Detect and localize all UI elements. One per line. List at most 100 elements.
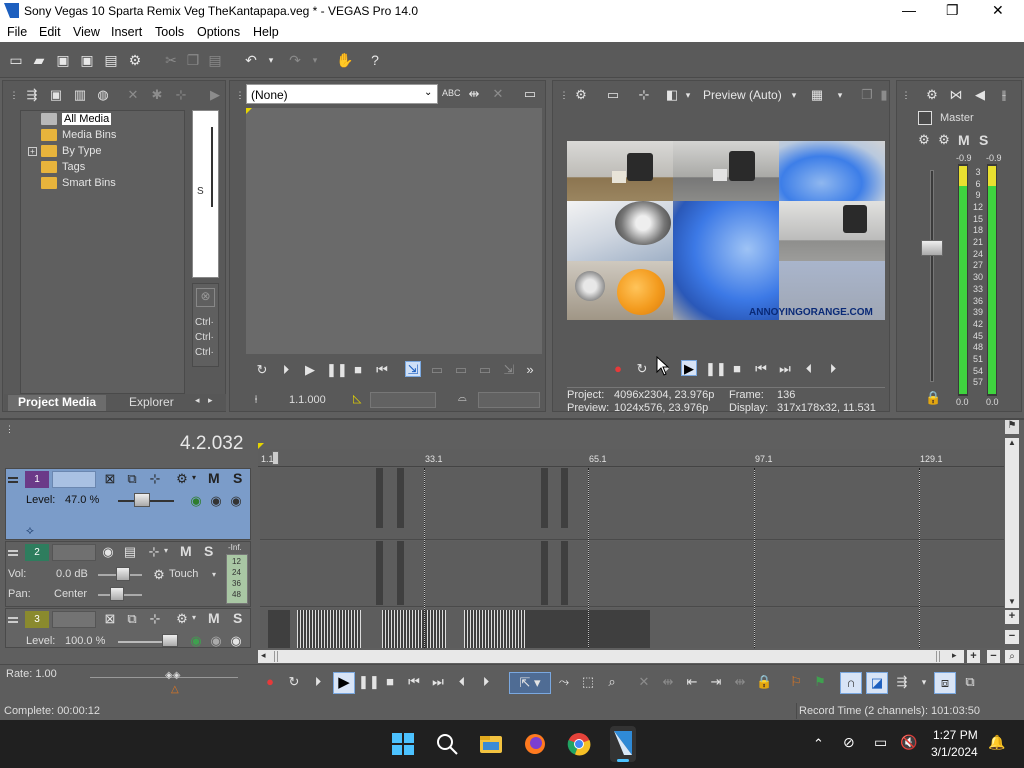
minimize-button[interactable]: — xyxy=(902,2,916,18)
auto-crossfade-icon[interactable]: ◪ xyxy=(866,672,888,694)
pause-icon[interactable]: ❚❚ xyxy=(326,362,348,378)
clip[interactable] xyxy=(376,541,383,605)
trimmer-insert-icon[interactable]: ▭ xyxy=(429,362,445,378)
track-header-2[interactable]: 2 ◉ ▤ ⊹ ▾ M S -Inf. 12 24 36 48 Vol: 0.0… xyxy=(5,541,251,607)
track3-fx-extra-icon[interactable]: ◉ xyxy=(228,633,244,649)
clip[interactable] xyxy=(561,541,568,605)
track-solo-button-2[interactable]: S xyxy=(204,543,213,559)
marker-icon[interactable]: ⚐ xyxy=(788,674,804,690)
trimmer-clear-icon[interactable]: ✕ xyxy=(490,86,506,102)
clip[interactable] xyxy=(382,610,446,648)
preview-play-icon[interactable]: ▶ xyxy=(681,360,697,376)
help-what-is-icon[interactable]: ? xyxy=(367,52,383,68)
loop-icon[interactable]: ↻ xyxy=(254,362,270,378)
automation-dropdown-icon[interactable]: ▾ xyxy=(212,570,216,579)
lock-envelopes-icon[interactable]: ⧈ xyxy=(934,672,956,694)
preview-loop-icon[interactable]: ↻ xyxy=(634,361,650,377)
master-mute-fx-icon[interactable]: ◀ xyxy=(972,87,988,103)
video-fx-icon[interactable]: ◧ xyxy=(664,87,680,103)
splitter[interactable] xyxy=(0,418,1024,420)
trimmer-split-icon[interactable]: ⇹ xyxy=(466,86,482,102)
track-lane-2[interactable] xyxy=(260,541,1004,607)
overlays-grid-icon[interactable]: ▦ xyxy=(809,87,825,103)
render-icon[interactable]: ▤ xyxy=(103,52,119,68)
preview-settings-gear-icon[interactable]: ⚙ xyxy=(573,87,589,103)
zoom-tool-icon[interactable]: ⌕ xyxy=(1005,650,1019,663)
main-next-frame-icon[interactable]: ⏵ xyxy=(478,674,494,690)
pan-slider-handle[interactable] xyxy=(110,587,124,601)
tray-volume-muted-icon[interactable]: 🔇 xyxy=(900,734,917,751)
trimmer-viewer[interactable] xyxy=(246,108,542,354)
clip[interactable] xyxy=(297,610,361,648)
fx-dropdown-icon[interactable]: ▾ xyxy=(680,87,696,103)
preview-prev-frame-icon[interactable]: ⏮ xyxy=(753,361,769,377)
preview-device-icon[interactable]: ▭ xyxy=(605,87,621,103)
trimmer-in-field[interactable] xyxy=(370,392,436,408)
trimmer-overwrite-icon[interactable]: ▭ xyxy=(453,362,469,378)
save-as-icon[interactable]: ▣ xyxy=(79,52,95,68)
master-grip-icon[interactable]: ⋮ xyxy=(898,87,914,103)
ripple-edit-icon[interactable]: ⇶ xyxy=(894,674,910,690)
play-from-start-icon[interactable]: ⏵ xyxy=(278,362,294,378)
master-fx2-icon[interactable]: ⚙ xyxy=(936,132,952,148)
split-icon[interactable]: ⇹ xyxy=(732,674,748,690)
quality-chevron-icon[interactable]: ▾ xyxy=(786,87,802,103)
track-fx-extra-icon[interactable]: ◉ xyxy=(228,493,244,509)
track-lane-1[interactable] xyxy=(260,468,1004,540)
track-motion-icon[interactable]: ⊠ xyxy=(102,471,118,487)
cut-icon[interactable]: ✂ xyxy=(163,52,179,68)
menu-edit[interactable]: Edit xyxy=(39,25,61,39)
track-audio-parent-icon[interactable]: ⊹ xyxy=(146,544,162,560)
save-snapshot-icon[interactable]: ▮ xyxy=(876,87,892,103)
preview-next-frame-icon[interactable]: ⏭ xyxy=(777,361,793,377)
copy-snapshot-icon[interactable]: ❐ xyxy=(859,87,875,103)
ripple-dropdown-icon[interactable]: ▾ xyxy=(916,674,932,690)
save-icon[interactable]: ▣ xyxy=(55,52,71,68)
play-icon[interactable]: ▶ xyxy=(302,362,318,378)
track-grip-icon[interactable] xyxy=(8,550,18,552)
track-grip-icon[interactable] xyxy=(8,477,18,479)
track3-fx-gear-icon[interactable]: ⚙ xyxy=(174,611,190,627)
master-solo-button[interactable]: S xyxy=(979,132,988,148)
master-fx-icon[interactable]: ⚙ xyxy=(916,132,932,148)
redo-icon[interactable]: ↷ xyxy=(287,52,303,68)
master-settings-gear-icon[interactable]: ⚙ xyxy=(924,87,940,103)
trim-icon[interactable]: ⇹ xyxy=(660,674,676,690)
trimmer-replace-icon[interactable]: ⇲ xyxy=(501,362,517,378)
main-loop-icon[interactable]: ↻ xyxy=(286,674,302,690)
tab-explorer[interactable]: Explorer xyxy=(129,395,174,409)
timeline-hscroll[interactable]: ◂ ▸ xyxy=(258,650,964,663)
lock-icon[interactable]: 🔒 xyxy=(756,674,772,690)
envelope-tool-icon[interactable]: ⤳ xyxy=(556,674,572,690)
timeline-ruler[interactable] xyxy=(258,443,1004,467)
panel-more-icon[interactable]: ▶ xyxy=(207,87,223,103)
main-play-from-start-icon[interactable]: ⏵ xyxy=(310,674,326,690)
track-lane-3[interactable] xyxy=(260,608,1004,648)
track-fx-bypass-icon[interactable]: ◉ xyxy=(208,493,224,509)
trimmer-out-field[interactable] xyxy=(478,392,540,408)
main-pause-icon[interactable]: ❚❚ xyxy=(358,674,380,690)
zoom-edit-tool-icon[interactable]: ⌕ xyxy=(604,674,620,690)
media-properties-icon[interactable]: ⊹ xyxy=(173,87,189,103)
paste-icon[interactable]: ▤ xyxy=(207,52,223,68)
preview-stop-icon[interactable]: ■ xyxy=(729,361,745,377)
hscroll-thumb-right[interactable] xyxy=(936,651,940,662)
zoom-in-time-icon[interactable]: + xyxy=(967,650,980,663)
menu-insert[interactable]: Insert xyxy=(111,25,142,39)
track-parent-icon[interactable]: ⊹ xyxy=(147,471,163,487)
track-solo-button-1[interactable]: S xyxy=(233,470,242,486)
track-fx-chain-icon[interactable]: ◉ xyxy=(188,493,204,509)
level-slider-handle-1[interactable] xyxy=(134,493,150,507)
main-prev-frame-icon[interactable]: ⏴ xyxy=(454,674,470,690)
main-stop-icon[interactable]: ■ xyxy=(382,674,398,690)
preview-step-back-icon[interactable]: ⏴ xyxy=(801,361,817,377)
zoom-out-track-icon[interactable]: − xyxy=(1005,630,1019,644)
region-icon[interactable]: ⚑ xyxy=(812,674,828,690)
scroll-up-icon[interactable]: ▲ xyxy=(1008,438,1016,447)
close-button[interactable]: ✕ xyxy=(992,2,1004,19)
menu-file[interactable]: File xyxy=(7,25,27,39)
arm-record-icon[interactable]: ◉ xyxy=(100,544,116,560)
stop-icon[interactable]: ■ xyxy=(350,362,366,378)
clip[interactable] xyxy=(268,610,290,648)
trimmer-options-icon[interactable]: ▭ xyxy=(522,86,538,102)
